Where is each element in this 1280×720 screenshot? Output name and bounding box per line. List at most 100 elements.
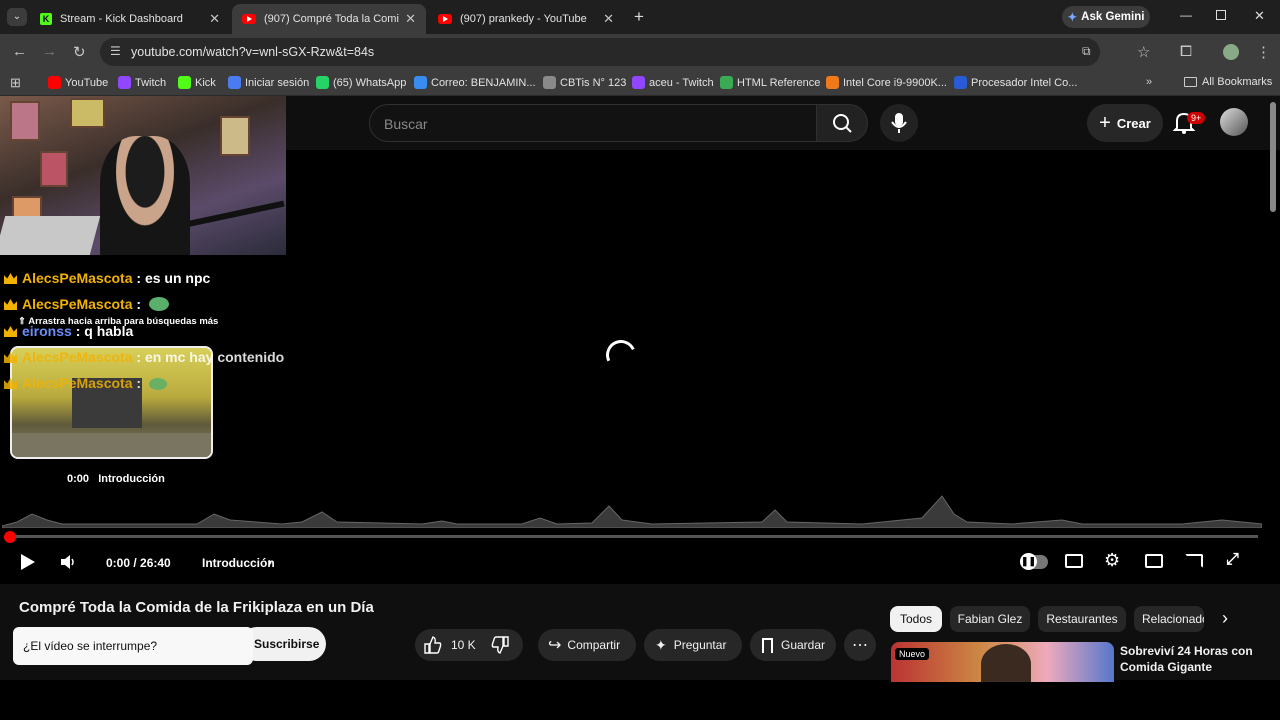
fullscreen-icon[interactable]: ⤢ bbox=[1226, 551, 1239, 569]
page-scrollbar[interactable] bbox=[1270, 102, 1276, 212]
kick-icon: K bbox=[40, 13, 52, 25]
close-icon[interactable]: ✕ bbox=[405, 11, 416, 27]
bookmark-favicon-icon bbox=[118, 76, 131, 89]
url-text[interactable]: youtube.com/watch?v=wnl-sGX-Rzw&t=84s bbox=[131, 45, 374, 59]
ask-button[interactable]: ✦ Preguntar bbox=[644, 629, 742, 661]
bookmark-item[interactable]: Procesador Intel Co... bbox=[954, 76, 1077, 89]
extensions-icon[interactable]: ⧠ bbox=[1180, 43, 1192, 60]
minimize-icon[interactable]: — bbox=[1180, 8, 1192, 22]
chat-text: : bbox=[136, 375, 142, 391]
bookmark-item[interactable]: Twitch bbox=[118, 76, 166, 89]
chip-restaurants[interactable]: Restaurantes bbox=[1038, 606, 1126, 632]
all-bookmarks[interactable]: All Bookmarks bbox=[1184, 76, 1272, 88]
bookmark-star-icon[interactable]: ☆ bbox=[1137, 43, 1150, 61]
bookmark-icon bbox=[762, 637, 773, 653]
scrubber-handle[interactable] bbox=[4, 531, 16, 543]
chevron-right-icon[interactable]: › bbox=[1222, 608, 1228, 629]
crown-icon bbox=[4, 273, 17, 284]
ask-label: Preguntar bbox=[673, 638, 727, 652]
chevron-right-icon[interactable]: › bbox=[268, 555, 272, 569]
install-app-icon[interactable]: ⧉ bbox=[1082, 44, 1091, 59]
bookmark-item[interactable]: CBTis N° 123 bbox=[543, 76, 626, 89]
search-icon bbox=[833, 114, 852, 133]
chapter-button[interactable]: Introducción bbox=[202, 556, 275, 570]
bookmark-item[interactable]: HTML Reference bbox=[720, 76, 820, 89]
new-tab-button[interactable]: + bbox=[634, 7, 644, 27]
like-icon[interactable] bbox=[423, 635, 443, 655]
search-input[interactable]: Buscar bbox=[369, 104, 817, 142]
reload-icon[interactable]: ↻ bbox=[73, 43, 86, 61]
tab-youtube-comida[interactable]: (907) Compré Toda la Comida d ✕ bbox=[232, 4, 426, 34]
bookmark-item[interactable]: Iniciar sesión bbox=[228, 76, 309, 89]
volume-icon[interactable] bbox=[58, 552, 78, 572]
bookmarks-bar: ⊞ YouTube Twitch Kick Iniciar sesión (65) Wh… bbox=[0, 70, 1280, 96]
chip-related[interactable]: Relacionado bbox=[1134, 606, 1204, 632]
menu-icon[interactable]: ⋮ bbox=[1256, 43, 1271, 61]
bookmark-favicon-icon bbox=[228, 76, 241, 89]
below-player-area bbox=[0, 680, 1280, 720]
search-button[interactable] bbox=[816, 104, 868, 142]
voice-search-button[interactable] bbox=[880, 104, 918, 142]
close-icon[interactable]: ✕ bbox=[603, 11, 614, 27]
omnibox[interactable]: ☰ youtube.com/watch?v=wnl-sGX-Rzw&t=84s … bbox=[100, 38, 1100, 66]
chat-message: AlecsPeMascota : en mc hay contenido bbox=[4, 349, 284, 365]
save-button[interactable]: Guardar bbox=[750, 629, 836, 661]
bookmark-item[interactable]: Kick bbox=[178, 76, 216, 89]
chat-username: AlecsPeMascota bbox=[22, 375, 133, 391]
play-icon[interactable] bbox=[18, 552, 38, 572]
bookmark-favicon-icon bbox=[632, 76, 645, 89]
crown-icon bbox=[4, 378, 17, 389]
cast-icon[interactable] bbox=[1185, 554, 1203, 568]
bookmark-favicon-icon bbox=[316, 76, 329, 89]
profile-icon[interactable] bbox=[1223, 44, 1239, 60]
tab-kick-dashboard[interactable]: K Stream - Kick Dashboard ✕ bbox=[30, 4, 230, 34]
apps-icon[interactable]: ⊞ bbox=[10, 75, 21, 91]
bookmark-label: aceu - Twitch bbox=[649, 76, 714, 89]
buffering-toast[interactable]: ¿El vídeo se interrumpe? bbox=[13, 627, 253, 665]
theater-mode-icon[interactable] bbox=[1145, 554, 1163, 568]
settings-gear-icon[interactable]: ⚙ bbox=[1104, 550, 1120, 571]
back-icon[interactable]: ← bbox=[12, 43, 27, 60]
bookmark-label: YouTube bbox=[65, 76, 109, 89]
suggestion-thumbnail[interactable]: Nuevo bbox=[891, 642, 1114, 682]
more-bookmarks-icon[interactable]: » bbox=[1146, 76, 1152, 88]
bookmark-label: CBTis N° 123 bbox=[560, 76, 627, 89]
bookmark-label: HTML Reference bbox=[737, 76, 821, 89]
bookmark-item[interactable]: Intel Core i9-9900K... bbox=[826, 76, 947, 89]
chat-text: : en mc hay contenido bbox=[136, 349, 285, 365]
forward-icon[interactable]: → bbox=[42, 43, 57, 60]
ask-gemini-button[interactable]: ✦ Ask Gemini bbox=[1062, 6, 1150, 28]
restore-icon[interactable] bbox=[1216, 10, 1226, 20]
close-icon[interactable]: ✕ bbox=[209, 11, 220, 27]
tab-bar: ⌄ K Stream - Kick Dashboard ✕ (907) Comp… bbox=[0, 0, 1280, 34]
bookmark-label: Twitch bbox=[135, 76, 167, 89]
suggestion-title[interactable]: Sobreviví 24 Horas con Comida Gigante bbox=[1120, 643, 1260, 675]
bookmark-item[interactable]: aceu - Twitch bbox=[632, 76, 714, 89]
bookmark-item[interactable]: Correo: BENJAMIN... bbox=[414, 76, 536, 89]
dislike-icon[interactable] bbox=[490, 635, 510, 655]
chip-all[interactable]: Todos bbox=[890, 606, 942, 632]
bookmark-item[interactable]: (65) WhatsApp bbox=[316, 76, 406, 89]
chat-message: eironss : q habla bbox=[4, 323, 133, 339]
create-button[interactable]: + Crear bbox=[1087, 104, 1163, 142]
sparkle-icon: ✦ bbox=[655, 636, 667, 653]
close-window-icon[interactable]: ✕ bbox=[1254, 8, 1265, 24]
avatar[interactable] bbox=[1220, 108, 1248, 136]
crown-icon bbox=[4, 352, 17, 363]
site-info-icon[interactable]: ☰ bbox=[110, 44, 121, 58]
more-actions-button[interactable]: ⋯ bbox=[844, 629, 876, 661]
progress-bar[interactable] bbox=[12, 535, 1258, 538]
pause-icon: ❚❚ bbox=[1020, 553, 1037, 570]
like-count[interactable]: 10 K bbox=[451, 638, 476, 652]
chip-fabian-glez[interactable]: Fabian Glez bbox=[950, 606, 1030, 632]
share-button[interactable]: ↪ Compartir bbox=[538, 629, 636, 661]
tab-youtube-prankedy[interactable]: (907) prankedy - YouTube ✕ bbox=[428, 4, 624, 34]
preview-timestamp: 0:00 Introducción bbox=[67, 473, 165, 485]
subtitles-icon[interactable] bbox=[1065, 554, 1083, 568]
chat-text: : bbox=[136, 296, 142, 312]
bookmark-favicon-icon bbox=[178, 76, 191, 89]
tab-search-button[interactable]: ⌄ bbox=[7, 8, 27, 26]
bookmark-item[interactable]: YouTube bbox=[48, 76, 108, 89]
microphone-arm bbox=[185, 200, 285, 228]
address-bar: ← → ↻ ☰ youtube.com/watch?v=wnl-sGX-Rzw&… bbox=[0, 34, 1280, 70]
